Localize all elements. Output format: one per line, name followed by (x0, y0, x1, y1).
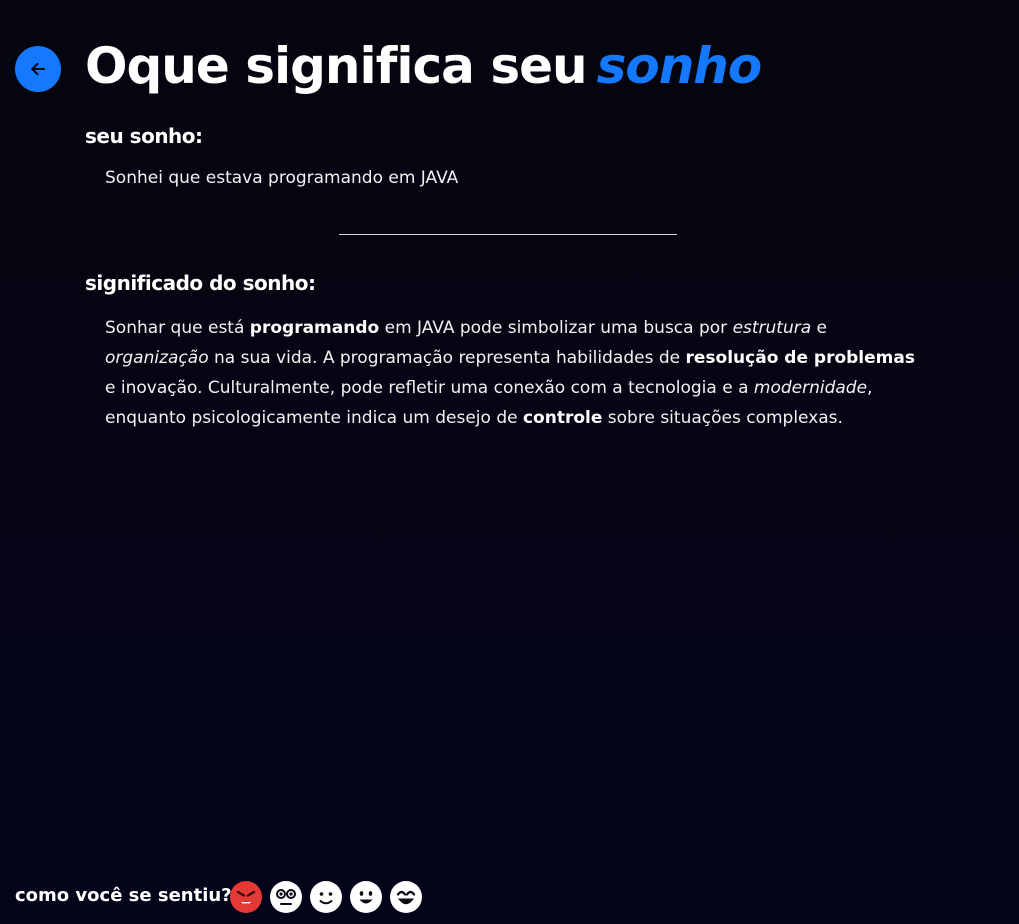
meaning-keyword: resolução de problemas (685, 348, 915, 368)
meaning-keyword: programando (249, 318, 380, 338)
meaning-keyword: controle (522, 408, 603, 428)
angry-face-icon[interactable] (230, 881, 262, 913)
meaning-emphasis: modernidade (753, 378, 868, 398)
shocked-face-icon[interactable] (270, 881, 302, 913)
big-smile-icon[interactable] (390, 881, 422, 913)
smile-icon[interactable] (350, 881, 382, 913)
page-title-accent: sonho (596, 37, 763, 95)
dream-heading: seu sonho: (85, 124, 203, 148)
divider (339, 234, 677, 235)
meaning-text-part: e (811, 318, 828, 338)
arrow-left-icon (29, 60, 47, 78)
meaning-text-part: em JAVA pode simbolizar uma busca por (379, 318, 733, 338)
meaning-text-part: sobre situações complexas. (602, 408, 843, 428)
meaning-text: Sonhar que está programando em JAVA pode… (105, 313, 925, 433)
meaning-heading: significado do sonho: (85, 271, 316, 295)
page-title: Oque significa seu sonho (85, 28, 763, 104)
back-button[interactable] (15, 46, 61, 92)
feeling-options (230, 881, 422, 913)
page-title-main: Oque significa seu (85, 37, 588, 95)
meaning-emphasis: estrutura (732, 318, 812, 338)
slight-smile-icon[interactable] (310, 881, 342, 913)
feeling-label: como você se sentiu? (15, 885, 232, 906)
meaning-text-part: e inovação. Culturalmente, pode refletir… (105, 378, 754, 398)
dream-text: Sonhei que estava programando em JAVA (105, 168, 459, 188)
meaning-text-part: na sua vida. A programação representa ha… (208, 348, 686, 368)
meaning-text-part: Sonhar que está (105, 318, 250, 338)
meaning-emphasis: organização (105, 348, 209, 368)
